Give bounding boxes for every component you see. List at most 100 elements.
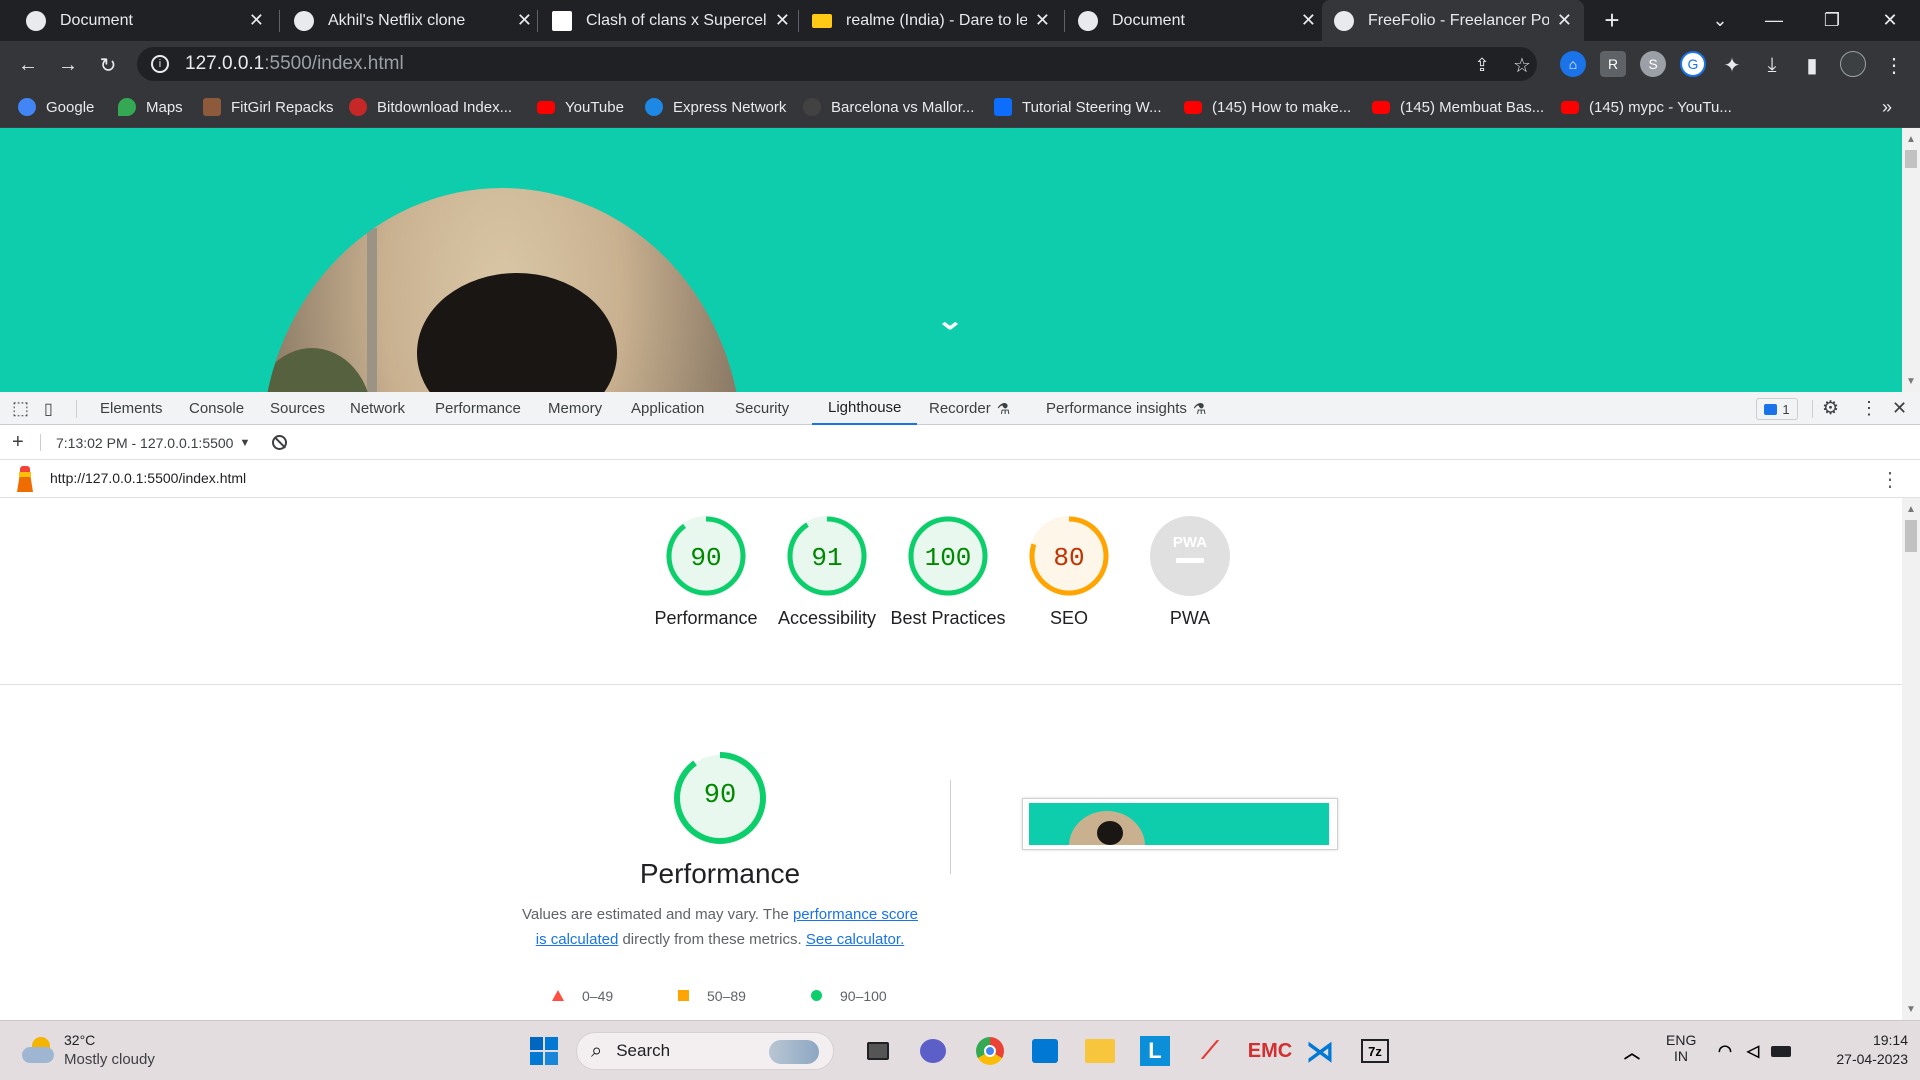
close-tab-icon[interactable]: ✕	[1557, 10, 1572, 31]
site-info-icon[interactable]: i	[151, 55, 169, 73]
emc-app-icon[interactable]: EMC	[1245, 1033, 1295, 1069]
close-tab-icon[interactable]: ✕	[517, 10, 532, 31]
inspect-element-icon[interactable]: ⬚	[12, 392, 29, 425]
clear-reports-icon[interactable]	[272, 425, 287, 460]
new-report-plus-icon[interactable]: +	[12, 425, 24, 460]
reload-icon[interactable]: ↻	[92, 49, 124, 81]
globe-icon	[294, 10, 314, 31]
back-arrow-icon[interactable]: ←	[12, 49, 44, 81]
clock[interactable]: 19:14 27-04-2023	[1808, 1032, 1908, 1067]
minimize-button[interactable]: —	[1746, 0, 1802, 41]
extension-icon[interactable]: ⌂	[1560, 51, 1586, 77]
extension-icon[interactable]: R	[1600, 51, 1626, 77]
extensions-puzzle-icon[interactable]: ✦	[1716, 49, 1748, 81]
bookmark-item[interactable]: Barcelona vs Mallor...	[803, 87, 974, 127]
bookmark-label: FitGirl Repacks	[231, 98, 334, 116]
devtools-tab-performance-insights[interactable]: Performance insights ⚗	[1046, 392, 1206, 425]
settings-gear-icon[interactable]: ⚙	[1822, 392, 1839, 425]
browser-tab[interactable]: Clash of clans x Supercell ✕	[540, 0, 802, 41]
vscode-icon[interactable]: ⋊	[1302, 1033, 1338, 1069]
close-tab-icon[interactable]: ✕	[1301, 10, 1316, 31]
gauge-label-performance[interactable]: Performance	[646, 606, 766, 631]
device-toolbar-icon[interactable]: ▯	[44, 392, 53, 425]
close-devtools-icon[interactable]: ✕	[1892, 392, 1907, 425]
page-scrollbar[interactable]: ▲ ▼	[1902, 128, 1920, 392]
browser-tab[interactable]: Document ✕	[1066, 0, 1328, 41]
devtools-tab-sources[interactable]: Sources	[270, 392, 325, 425]
weather-cloud-icon[interactable]	[20, 1035, 56, 1067]
task-view-icon[interactable]	[860, 1033, 896, 1069]
taskbar-search-box[interactable]: ⌕ Search	[576, 1032, 834, 1070]
report-url[interactable]: http://127.0.0.1:5500/index.html	[50, 470, 246, 486]
browser-tab[interactable]: Akhil's Netflix clone ✕	[282, 0, 544, 41]
bookmark-item[interactable]: (145) How to make...	[1184, 87, 1351, 127]
report-menu-kebab-icon[interactable]: ⋮	[1880, 467, 1900, 492]
browser-tab[interactable]: realme (India) - Dare to leap ✕	[800, 0, 1062, 41]
close-window-button[interactable]: ✕	[1862, 0, 1918, 41]
bookmark-item[interactable]: Express Network	[645, 87, 786, 127]
gauge-label-best-practices[interactable]: Best Practices	[888, 606, 1008, 631]
chrome-icon[interactable]	[972, 1033, 1008, 1069]
devtools-tab-recorder[interactable]: Recorder ⚗	[929, 392, 1010, 425]
bookmark-item[interactable]: FitGirl Repacks	[203, 87, 334, 127]
devtools-tab-performance[interactable]: Performance	[435, 392, 521, 425]
restore-button[interactable]: ❐	[1804, 0, 1860, 41]
share-icon[interactable]: ⇪	[1466, 49, 1498, 81]
hidden-icons-chevron-icon[interactable]: ︿	[1614, 1033, 1650, 1069]
report-scrollbar[interactable]: ▲ ▼	[1902, 498, 1920, 1020]
bookmark-item[interactable]: Google	[18, 87, 94, 127]
launcher-l-icon[interactable]: L	[1137, 1033, 1173, 1069]
side-panel-icon[interactable]: ▮	[1796, 49, 1828, 81]
gauge-label-pwa[interactable]: PWA	[1130, 606, 1250, 631]
bookmark-star-icon[interactable]: ☆	[1506, 49, 1538, 81]
gauge-label-accessibility[interactable]: Accessibility	[767, 606, 887, 631]
bookmark-item[interactable]: YouTube	[537, 87, 624, 127]
app-slash-icon[interactable]: ⟋	[1192, 1033, 1228, 1069]
bookmark-item[interactable]: (145) Membuat Bas...	[1372, 87, 1544, 127]
tab-search-chevron-icon[interactable]: ⌄	[1692, 0, 1748, 41]
bookmark-item[interactable]: Bitdownload Index...	[349, 87, 512, 127]
extension-icon[interactable]: S	[1640, 51, 1666, 77]
devtools-tab-memory[interactable]: Memory	[548, 392, 602, 425]
bookmark-item[interactable]: (145) mypc - YouTu...	[1561, 87, 1732, 127]
devtools-menu-kebab-icon[interactable]: ⋮	[1860, 392, 1878, 425]
issues-badge[interactable]: 1	[1756, 398, 1798, 420]
bookmark-item[interactable]: Maps	[118, 87, 183, 127]
weather-description[interactable]: Mostly cloudy	[64, 1051, 155, 1068]
devtools-tab-elements[interactable]: Elements	[100, 392, 163, 425]
microsoft-store-icon[interactable]	[1027, 1033, 1063, 1069]
close-tab-icon[interactable]: ✕	[775, 10, 790, 31]
report-selector[interactable]: 7:13:02 PM - 127.0.0.1:5500 ▼	[56, 425, 250, 460]
devtools-tab-console[interactable]: Console	[189, 392, 244, 425]
close-tab-icon[interactable]: ✕	[249, 10, 264, 31]
wifi-icon[interactable]: ◠	[1710, 1033, 1740, 1069]
bookmarks-overflow-chevron-icon[interactable]: »	[1882, 87, 1892, 127]
see-calculator-link[interactable]: See calculator.	[806, 931, 904, 948]
language-indicator[interactable]: ENG IN	[1666, 1032, 1696, 1064]
browser-tab-active[interactable]: FreeFolio - Freelancer Portf ✕	[1322, 0, 1584, 41]
devtools-tab-lighthouse[interactable]: Lighthouse	[812, 392, 918, 425]
download-icon[interactable]: ⤓	[1756, 49, 1788, 81]
page-screenshot-thumbnail[interactable]	[1022, 798, 1338, 850]
weather-temperature[interactable]: 32°C	[64, 1032, 95, 1048]
close-tab-icon[interactable]: ✕	[1035, 10, 1050, 31]
devtools-tab-security[interactable]: Security	[735, 392, 789, 425]
forward-arrow-icon[interactable]: →	[52, 49, 84, 81]
gauge-label-seo[interactable]: SEO	[1009, 606, 1129, 631]
menu-kebab-icon[interactable]: ⋮	[1878, 49, 1910, 81]
bookmark-item[interactable]: Tutorial Steering W...	[994, 87, 1162, 127]
7zip-icon[interactable]: 7z	[1357, 1033, 1393, 1069]
windows-start-icon[interactable]	[526, 1033, 562, 1069]
browser-tab[interactable]: Document ✕	[14, 0, 276, 41]
volume-icon[interactable]: ◁	[1738, 1033, 1768, 1069]
devtools-tab-network[interactable]: Network	[350, 392, 405, 425]
translate-extension-icon[interactable]: G	[1680, 51, 1706, 77]
profile-avatar[interactable]	[1840, 51, 1866, 77]
battery-icon[interactable]	[1766, 1033, 1796, 1069]
devtools-tab-application[interactable]: Application	[631, 392, 704, 425]
new-tab-button[interactable]: +	[1584, 0, 1640, 41]
scroll-down-chevron-icon[interactable]: ⌄	[932, 305, 968, 335]
address-bar[interactable]: i 127.0.0.1:5500/index.html	[137, 47, 1537, 81]
file-explorer-icon[interactable]	[1082, 1033, 1118, 1069]
teams-chat-icon[interactable]	[915, 1033, 951, 1069]
